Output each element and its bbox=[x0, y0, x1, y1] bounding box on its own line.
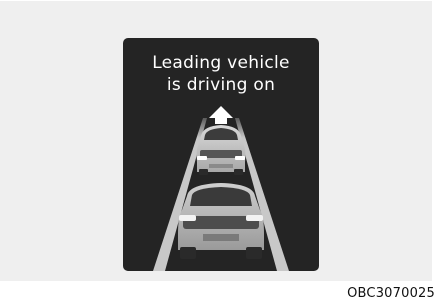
illustration-panel: Leading vehicle is driving on bbox=[0, 1, 432, 281]
figure-code: OBC3070025 bbox=[347, 286, 435, 301]
own-car-icon bbox=[178, 183, 264, 259]
cluster-display: Leading vehicle is driving on bbox=[123, 38, 319, 271]
road-scene bbox=[123, 106, 319, 271]
leading-car-icon bbox=[196, 125, 246, 175]
